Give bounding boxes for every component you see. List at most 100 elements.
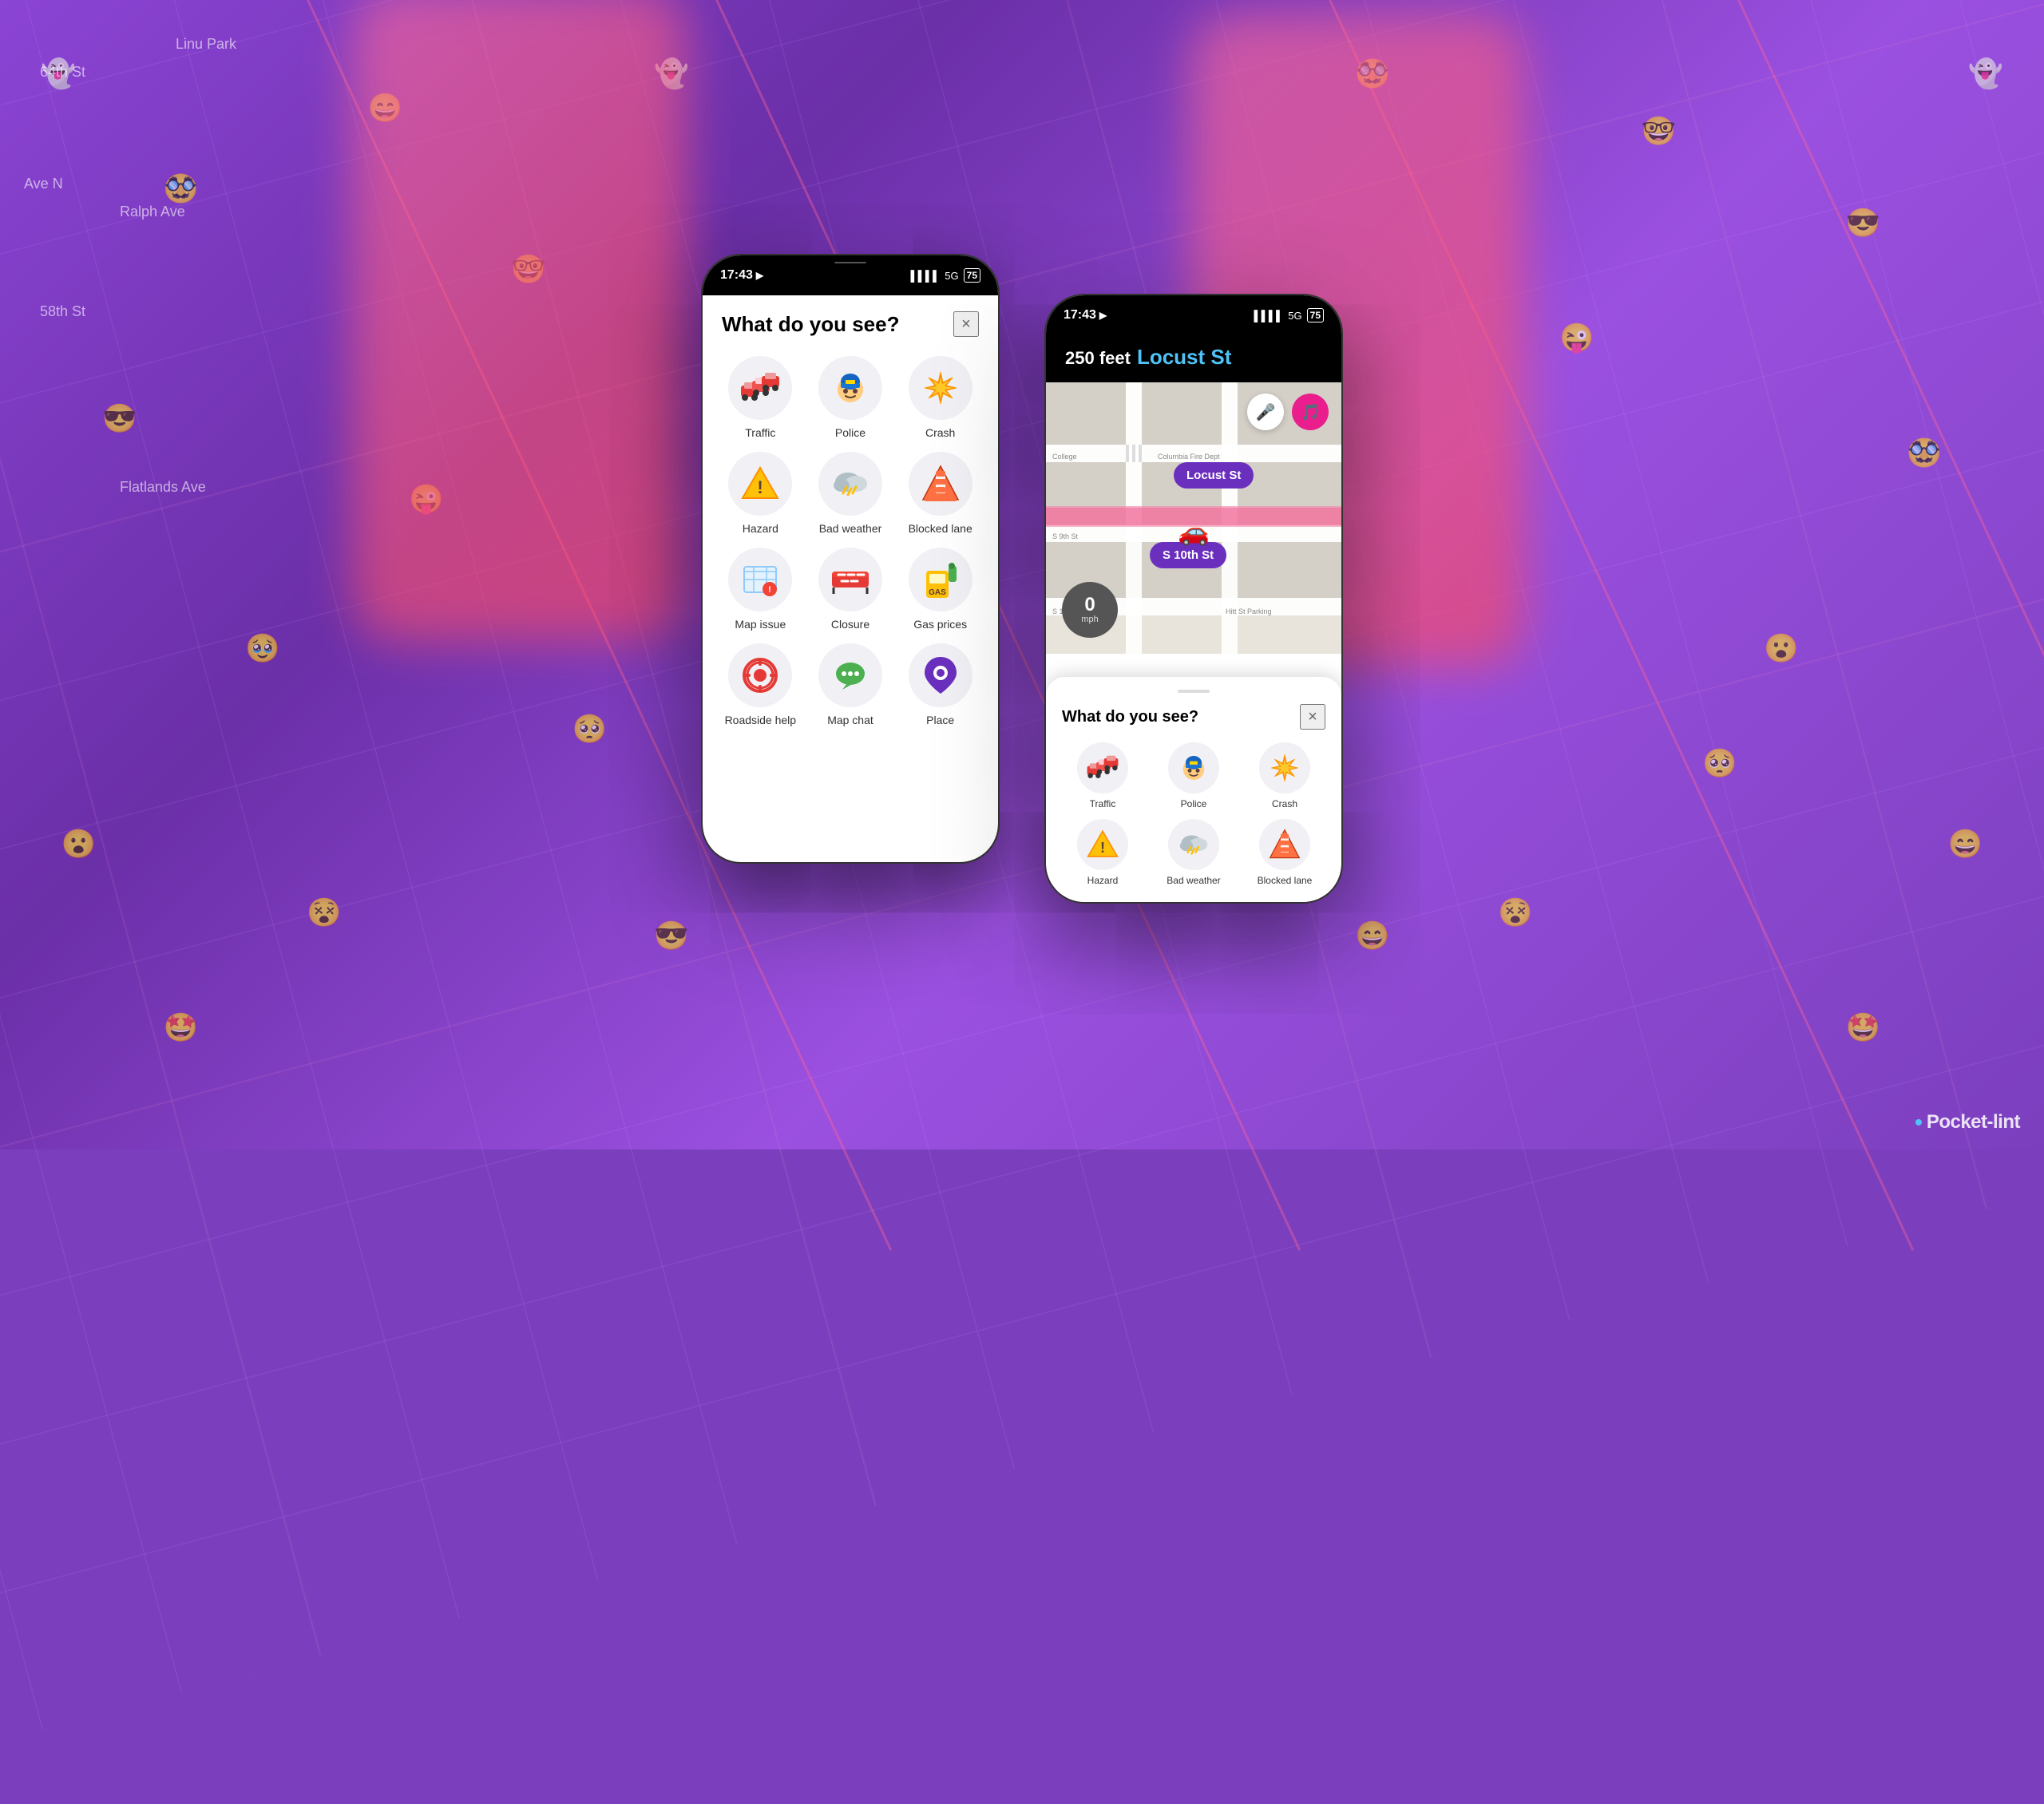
crash-label: Crash xyxy=(925,426,955,439)
traffic-item[interactable]: Traffic xyxy=(722,356,799,439)
right-traffic-label: Traffic xyxy=(1090,798,1116,809)
right-status-right: ▌▌▌▌ 5G 75 xyxy=(1254,308,1324,322)
right-blocked-lane-item[interactable]: Blocked lane xyxy=(1244,819,1325,886)
right-police-icon-circle xyxy=(1168,742,1219,793)
place-label: Place xyxy=(926,714,954,726)
right-icon-grid: Traffic xyxy=(1062,742,1325,886)
traffic-icon-circle xyxy=(728,356,792,420)
right-traffic-icon xyxy=(1086,754,1119,781)
bad-weather-icon xyxy=(830,466,870,501)
roadside-help-icon xyxy=(741,656,779,694)
traffic-label: Traffic xyxy=(745,426,775,439)
speed-unit: mph xyxy=(1081,615,1098,624)
modal-header: What do you see? × xyxy=(722,311,979,337)
nav-distance-bar: 250 feet Locust St xyxy=(1046,335,1341,382)
bottom-modal-close-button[interactable]: × xyxy=(1300,704,1325,730)
roadside-help-item[interactable]: Roadside help xyxy=(722,643,799,726)
right-time: 17:43 ▶ xyxy=(1064,308,1107,322)
gas-prices-label: Gas prices xyxy=(913,618,967,631)
police-icon-circle xyxy=(818,356,882,420)
mic-button[interactable]: 🎤 xyxy=(1247,394,1284,430)
music-button[interactable]: 🎵 xyxy=(1292,394,1329,430)
blocked-lane-icon xyxy=(921,465,960,503)
police-label: Police xyxy=(835,426,866,439)
modal-close-button[interactable]: × xyxy=(953,311,979,337)
police-item[interactable]: Police xyxy=(812,356,889,439)
blocked-lane-item[interactable]: Blocked lane xyxy=(901,452,979,535)
left-status-right: ▌▌▌▌ 5G 75 xyxy=(910,268,980,283)
watermark-text: Pocket-lint xyxy=(1927,1111,2020,1133)
svg-text:GAS: GAS xyxy=(929,588,946,597)
svg-text:S 9th St: S 9th St xyxy=(1052,532,1079,540)
left-icon-grid: Traffic xyxy=(722,356,979,726)
roadside-help-icon-circle xyxy=(728,643,792,707)
right-blocked-lane-icon-circle xyxy=(1259,819,1310,870)
blocked-lane-icon-circle xyxy=(909,452,972,516)
right-police-item[interactable]: Police xyxy=(1153,742,1234,809)
gas-prices-item[interactable]: GAS Gas prices xyxy=(901,548,979,631)
closure-icon-circle xyxy=(818,548,882,611)
nav-distance: 250 feet xyxy=(1065,348,1131,369)
watermark-dot xyxy=(1915,1119,1922,1126)
bad-weather-icon-circle xyxy=(818,452,882,516)
phones-container: 17:43 ▶ ▌▌▌▌ 5G 75 What do you see? × xyxy=(0,0,2044,1149)
watermark: Pocket-lint xyxy=(1915,1111,2020,1133)
blocked-lane-label: Blocked lane xyxy=(909,522,972,535)
svg-text:!: ! xyxy=(768,585,771,595)
svg-text:College: College xyxy=(1052,453,1077,461)
right-police-icon xyxy=(1178,752,1210,784)
map-chat-label: Map chat xyxy=(827,714,873,726)
traffic-icon xyxy=(739,371,781,405)
right-blocked-lane-icon xyxy=(1269,829,1301,860)
right-bottom-modal: What do you see? × xyxy=(1046,677,1341,902)
dynamic-island-left xyxy=(810,263,890,287)
right-phone-screen: 17:43 ▶ ▌▌▌▌ 5G 75 250 feet Locust St xyxy=(1046,295,1341,902)
left-time: 17:43 ▶ xyxy=(720,268,763,283)
svg-text:Columbia Fire Dept: Columbia Fire Dept xyxy=(1158,453,1220,461)
hazard-icon-circle: ! xyxy=(728,452,792,516)
speed-indicator: 0 mph xyxy=(1062,582,1118,638)
closure-item[interactable]: Closure xyxy=(812,548,889,631)
crash-item[interactable]: Crash xyxy=(901,356,979,439)
hazard-item[interactable]: ! Hazard xyxy=(722,452,799,535)
svg-text:!: ! xyxy=(1100,839,1105,856)
right-hazard-label: Hazard xyxy=(1087,875,1119,886)
right-crash-label: Crash xyxy=(1272,798,1297,809)
left-phone: 17:43 ▶ ▌▌▌▌ 5G 75 What do you see? × xyxy=(703,255,998,862)
left-phone-screen: 17:43 ▶ ▌▌▌▌ 5G 75 What do you see? × xyxy=(703,255,998,862)
right-hazard-icon-circle: ! xyxy=(1077,819,1128,870)
roadside-help-label: Roadside help xyxy=(725,714,797,726)
right-police-label: Police xyxy=(1181,798,1207,809)
hazard-icon: ! xyxy=(741,465,779,503)
bottom-modal-header: What do you see? × xyxy=(1062,704,1325,730)
right-bad-weather-label: Bad weather xyxy=(1167,875,1220,886)
crash-icon xyxy=(921,368,961,408)
map-chat-item[interactable]: Map chat xyxy=(812,643,889,726)
bad-weather-label: Bad weather xyxy=(819,522,882,535)
map-issue-item[interactable]: ! Map issue xyxy=(722,548,799,631)
right-hazard-item[interactable]: ! Hazard xyxy=(1062,819,1143,886)
left-modal-content: What do you see? × xyxy=(703,295,998,742)
crash-icon-circle xyxy=(909,356,972,420)
right-status-bar: 17:43 ▶ ▌▌▌▌ 5G 75 xyxy=(1046,295,1341,335)
place-item[interactable]: Place xyxy=(901,643,979,726)
locust-st-pill: Locust St xyxy=(1174,462,1254,489)
police-icon xyxy=(831,369,869,407)
bottom-modal-handle xyxy=(1178,690,1210,693)
gas-prices-icon: GAS xyxy=(921,560,960,599)
dynamic-island-right xyxy=(1154,303,1234,327)
closure-label: Closure xyxy=(831,618,869,631)
right-traffic-item[interactable]: Traffic xyxy=(1062,742,1143,809)
closure-icon xyxy=(830,564,870,595)
right-blocked-lane-label: Blocked lane xyxy=(1258,875,1313,886)
svg-text:!: ! xyxy=(758,477,763,497)
right-bad-weather-icon xyxy=(1177,830,1210,859)
gas-prices-icon-circle: GAS xyxy=(909,548,972,611)
bad-weather-item[interactable]: Bad weather xyxy=(812,452,889,535)
map-issue-icon: ! xyxy=(741,560,779,599)
right-crash-item[interactable]: Crash xyxy=(1244,742,1325,809)
map-issue-icon-circle: ! xyxy=(728,548,792,611)
right-crash-icon-circle xyxy=(1259,742,1310,793)
map-chat-icon xyxy=(831,656,869,694)
right-bad-weather-item[interactable]: Bad weather xyxy=(1153,819,1234,886)
